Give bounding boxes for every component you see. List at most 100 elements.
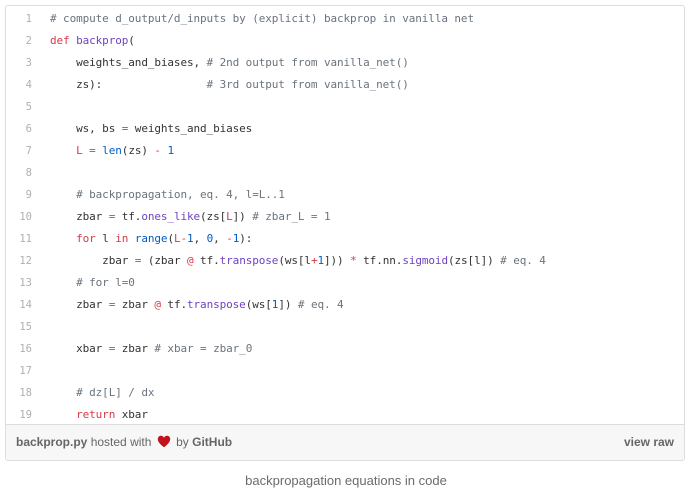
code-token: weights_and_biases	[128, 122, 253, 135]
code-text: L = len(zs) - 1	[32, 140, 174, 162]
code-token: backprop	[76, 34, 129, 47]
heart-icon-svg	[157, 435, 170, 448]
gist-filename-link[interactable]: backprop.py	[16, 435, 87, 449]
code-line: 18 # dz[L] / dx	[6, 382, 684, 404]
code-text: zbar = (zbar @ tf.transpose(ws[l+1])) * …	[32, 250, 546, 272]
code-text: zbar = zbar @ tf.transpose(ws[1]) # eq. …	[32, 294, 344, 316]
code-token: 1	[167, 144, 175, 157]
line-number[interactable]: 15	[6, 316, 32, 338]
code-token: ,	[193, 232, 207, 245]
code-token: ws, bs	[50, 122, 122, 135]
line-number[interactable]: 9	[6, 184, 32, 206]
line-number[interactable]: 1	[6, 8, 32, 30]
code-token: len	[102, 144, 122, 157]
gist-footer-right: view raw	[624, 425, 674, 460]
line-number[interactable]: 11	[6, 228, 32, 250]
code-line: 14 zbar = zbar @ tf.transpose(ws[1]) # e…	[6, 294, 684, 316]
line-number[interactable]: 17	[6, 360, 32, 382]
code-token: # compute d_output/d_inputs by (explicit…	[50, 12, 474, 25]
gist-embed: 1 # compute d_output/d_inputs by (explici…	[5, 5, 685, 461]
code-line: 5	[6, 96, 684, 118]
line-number[interactable]: 16	[6, 338, 32, 360]
figure-caption: backpropagation equations in code	[245, 473, 447, 488]
view-raw-link[interactable]: view raw	[624, 435, 674, 449]
code-token: transpose	[219, 254, 279, 267]
code-token: ):	[239, 232, 253, 245]
code-token: return	[76, 408, 116, 421]
heart-icon	[157, 427, 171, 460]
line-number[interactable]: 6	[6, 118, 32, 140]
code-token: ones_like	[141, 210, 201, 223]
line-number[interactable]: 7	[6, 140, 32, 162]
code-lines: 1 # compute d_output/d_inputs by (explici…	[6, 6, 684, 425]
code-text: ws, bs = weights_and_biases	[32, 118, 252, 140]
code-token: # for l=0	[76, 276, 135, 289]
code-token: # eq. 4	[297, 298, 344, 311]
code-token: l	[95, 232, 116, 245]
code-line: 1 # compute d_output/d_inputs by (explici…	[6, 8, 684, 30]
github-link[interactable]: GitHub	[192, 435, 232, 449]
code-token: zbar	[115, 298, 155, 311]
code-text: def backprop(	[32, 30, 135, 52]
line-number[interactable]: 10	[6, 206, 32, 228]
code-text: zs): # 3rd output from vanilla_net()	[32, 74, 409, 96]
code-token: (zs[	[200, 210, 227, 223]
code-token: zbar	[115, 342, 155, 355]
code-line: 6 ws, bs = weights_and_biases	[6, 118, 684, 140]
code-line: 13 # for l=0	[6, 272, 684, 294]
code-token: # 2nd output from vanilla_net()	[206, 56, 409, 69]
line-number[interactable]: 18	[6, 382, 32, 404]
code-line: 3 weights_and_biases, # 2nd output from …	[6, 52, 684, 74]
code-token: # xbar = zbar_0	[154, 342, 253, 355]
code-token: # backpropagation, eq. 4, l=L..1	[76, 188, 285, 201]
code-token: tf.nn.	[356, 254, 403, 267]
code-view[interactable]: 1 # compute d_output/d_inputs by (explici…	[6, 6, 684, 425]
line-number[interactable]: 14	[6, 294, 32, 316]
code-token: in	[115, 232, 129, 245]
code-token: (zs[l])	[447, 254, 501, 267]
gist-footer-left: backprop.py hosted with by GitHub	[16, 425, 232, 460]
code-text: for l in range(L-1, 0, -1):	[32, 228, 252, 250]
code-token: transpose	[187, 298, 246, 311]
code-line: 7 L = len(zs) - 1	[6, 140, 684, 162]
code-line: 10 zbar = tf.ones_like(zs[L]) # zbar_L =…	[6, 206, 684, 228]
code-token: ,	[213, 232, 227, 245]
code-text: # backpropagation, eq. 4, l=L..1	[32, 184, 285, 206]
code-line: 9 # backpropagation, eq. 4, l=L..1	[6, 184, 684, 206]
code-text: # for l=0	[32, 272, 135, 294]
code-token: zbar	[50, 210, 109, 223]
code-token: ])	[278, 298, 298, 311]
line-number[interactable]: 5	[6, 96, 32, 118]
code-token: (zs)	[121, 144, 155, 157]
line-number[interactable]: 12	[6, 250, 32, 272]
code-line: 8	[6, 162, 684, 184]
code-token: (ws[	[245, 298, 272, 311]
code-token: (	[128, 34, 135, 47]
code-token: weights_and_biases,	[50, 56, 207, 69]
line-number[interactable]: 4	[6, 74, 32, 96]
line-number[interactable]: 13	[6, 272, 32, 294]
code-token: def	[50, 34, 77, 47]
code-line: 12 zbar = (zbar @ tf.transpose(ws[l+1]))…	[6, 250, 684, 272]
code-token: zbar	[50, 254, 135, 267]
line-number[interactable]: 8	[6, 162, 32, 184]
code-text: zbar = tf.ones_like(zs[L]) # zbar_L = 1	[32, 206, 331, 228]
line-number[interactable]: 2	[6, 30, 32, 52]
line-number[interactable]: 19	[6, 404, 32, 425]
line-number[interactable]: 3	[6, 52, 32, 74]
by-text: by	[176, 435, 189, 449]
code-line: 16 xbar = zbar # xbar = zbar_0	[6, 338, 684, 360]
code-token: (zbar	[141, 254, 187, 267]
code-token: (ws[l	[278, 254, 311, 267]
code-token: sigmoid	[402, 254, 448, 267]
